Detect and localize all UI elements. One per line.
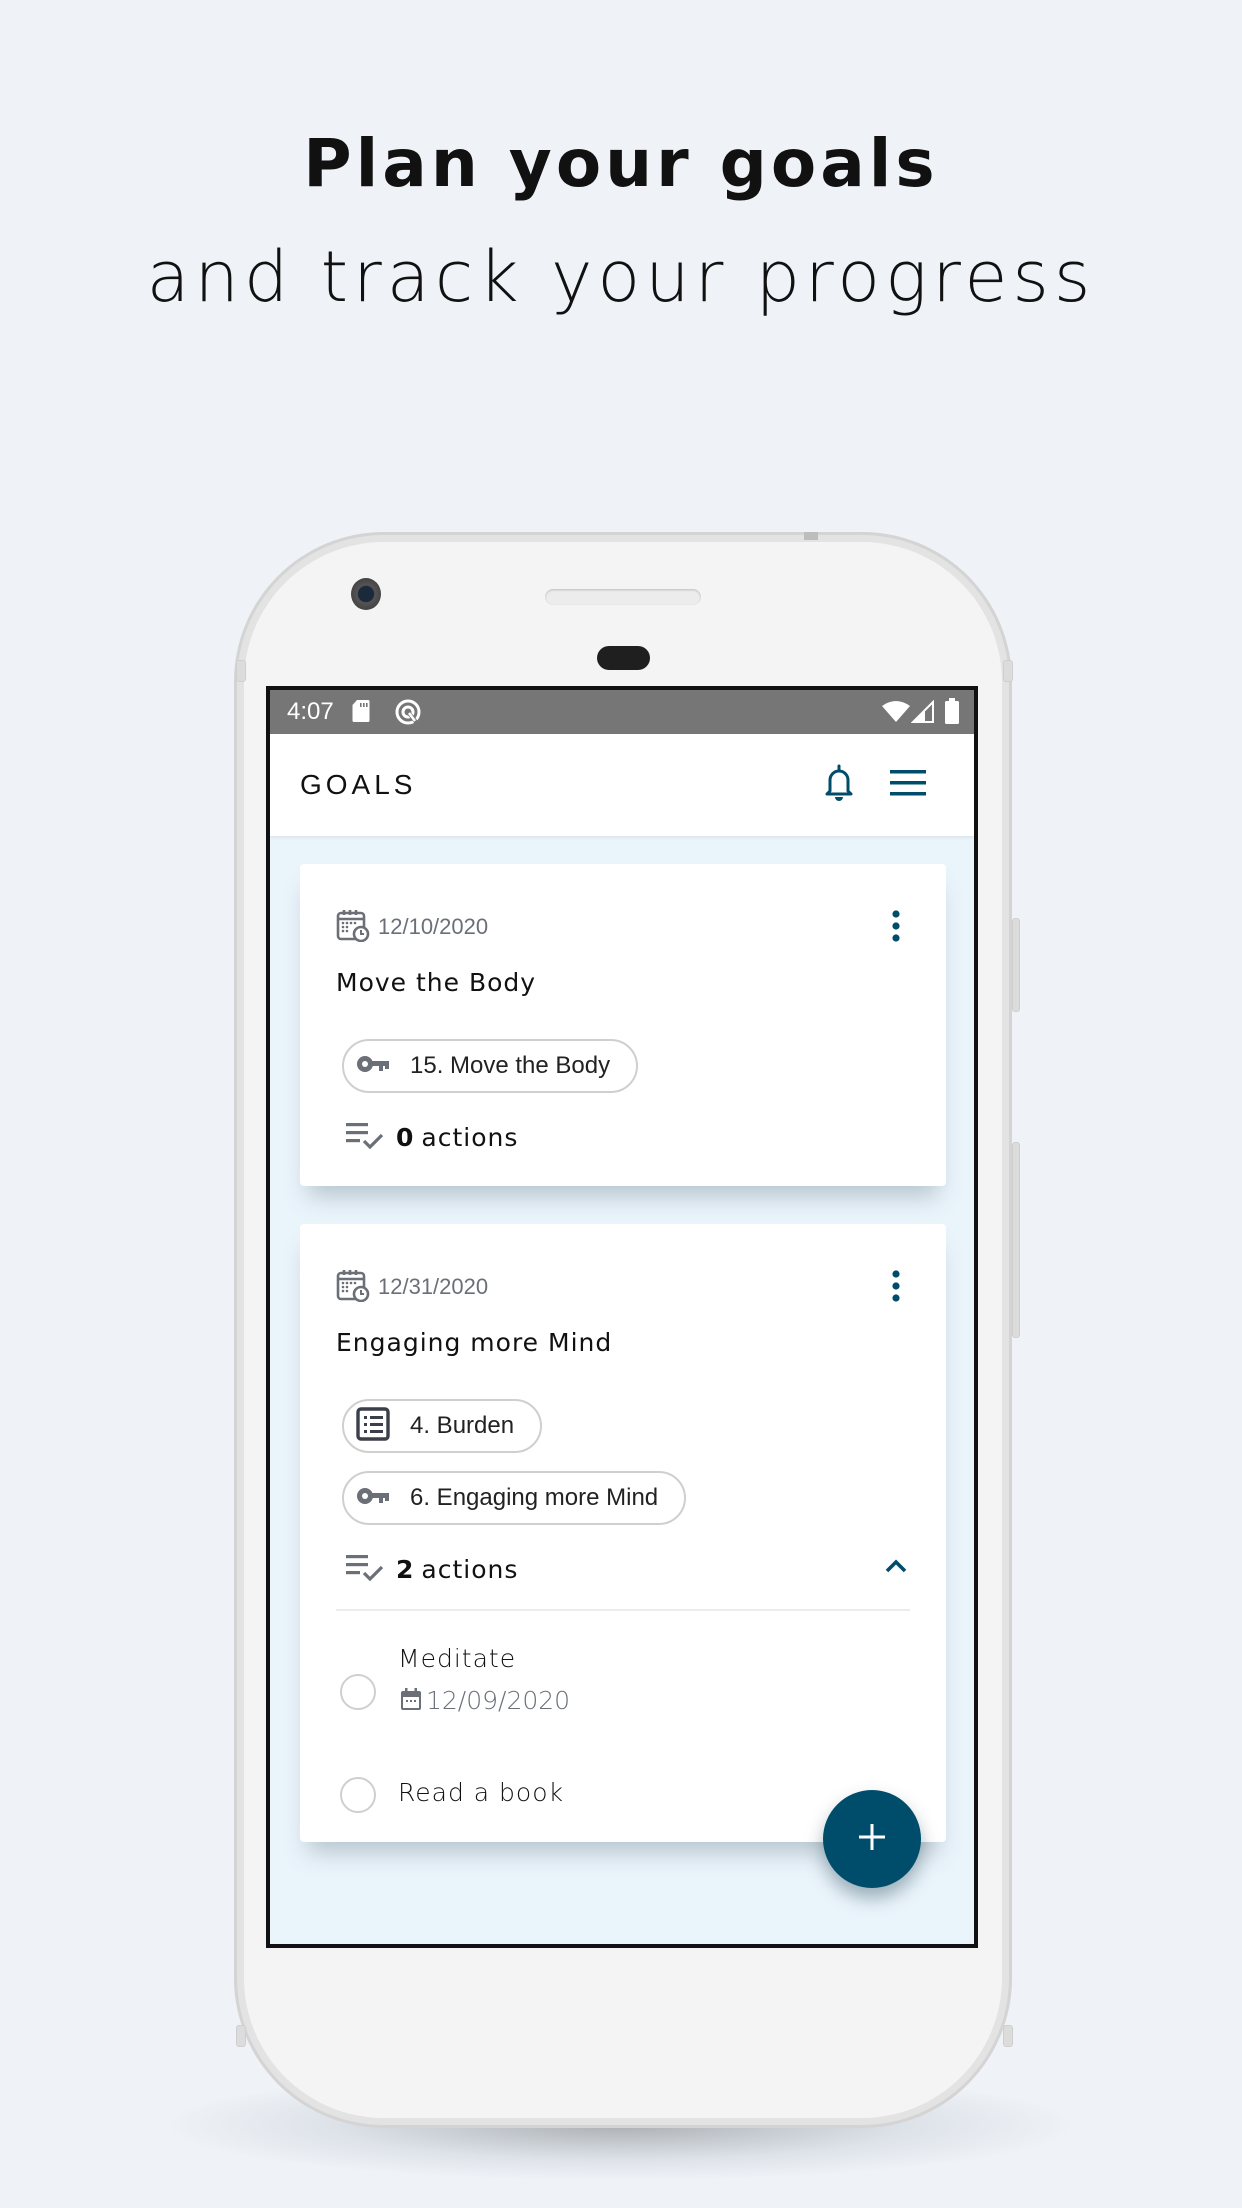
goal-title: Engaging more Mind [336, 1328, 613, 1357]
headline-title: Plan your goals [303, 125, 939, 202]
bell-icon[interactable] [824, 764, 854, 806]
actions-label: actions [421, 1122, 519, 1152]
add-goal-button[interactable] [823, 1790, 921, 1888]
app-notification-icon [394, 698, 422, 730]
action-title: Read a book [398, 1778, 564, 1807]
goal-date-row: 12/31/2020 [336, 1268, 488, 1306]
action-date-row: 12/09/2020 [400, 1686, 570, 1715]
actions-count: 0 [396, 1122, 414, 1152]
action-title: Meditate [398, 1644, 517, 1673]
cellular-signal-icon [910, 699, 935, 728]
phone-side-button-bottom-left [236, 2025, 246, 2047]
battery-icon [945, 698, 959, 728]
front-camera [351, 578, 381, 610]
actions-summary[interactable]: 2 actions [346, 1552, 518, 1586]
plus-icon [858, 1823, 886, 1855]
status-bar: 4:07 [270, 690, 974, 734]
wifi-icon [882, 700, 910, 728]
headline-subtitle: and track your progress [146, 236, 1096, 318]
more-options-icon[interactable] [884, 910, 908, 944]
earpiece-speaker [545, 589, 701, 605]
calendar-clock-icon [336, 908, 370, 946]
page-title: GOALS [300, 769, 417, 800]
hamburger-menu-icon[interactable] [890, 770, 926, 800]
phone-top-button [804, 532, 818, 540]
sd-card-icon [352, 699, 370, 727]
goal-date: 12/10/2020 [378, 914, 489, 939]
goal-title: Move the Body [336, 968, 537, 997]
phone-volume-button [1012, 1142, 1020, 1338]
goal-card[interactable]: 12/31/2020 Engaging more Mind 4. Burden … [300, 1224, 946, 1842]
action-date: 12/09/2020 [426, 1686, 571, 1715]
actions-summary: 0 actions [346, 1120, 518, 1154]
action-checkbox[interactable] [340, 1777, 376, 1813]
phone-power-button [1012, 918, 1020, 1012]
chip-label: 4. Burden [410, 1412, 515, 1439]
goal-card[interactable]: 12/10/2020 Move the Body 15. Move the Bo… [300, 864, 946, 1186]
actions-label: actions [421, 1554, 519, 1584]
list-icon [356, 1407, 390, 1445]
chip-label: 15. Move the Body [410, 1052, 611, 1079]
goal-date: 12/31/2020 [378, 1274, 489, 1299]
actions-divider [336, 1609, 910, 1611]
key-icon [356, 1485, 390, 1511]
status-time: 4:07 [287, 698, 334, 725]
phone-side-button-right-top [1003, 660, 1013, 682]
goal-chip[interactable]: 6. Engaging more Mind [342, 1471, 687, 1525]
proximity-sensor [597, 646, 650, 670]
chip-label: 6. Engaging more Mind [410, 1484, 659, 1511]
calendar-icon [400, 1687, 422, 1715]
phone-screen: 4:07 GOALS 12/10/2020 Move the Body 15. … [266, 686, 978, 1948]
actions-count: 2 [396, 1554, 414, 1584]
goal-chip[interactable]: 15. Move the Body [342, 1039, 639, 1093]
checklist-icon [346, 1552, 384, 1586]
goal-date-row: 12/10/2020 [336, 908, 488, 946]
action-checkbox[interactable] [340, 1674, 376, 1710]
phone-side-button-bottom-right [1003, 2025, 1013, 2047]
calendar-clock-icon [336, 1268, 370, 1306]
checklist-icon [346, 1120, 384, 1154]
phone-side-button-left [236, 660, 246, 682]
goal-chip[interactable]: 4. Burden [342, 1399, 543, 1453]
key-icon [356, 1053, 390, 1079]
chevron-up-icon[interactable] [884, 1558, 908, 1578]
app-bar: GOALS [270, 734, 974, 836]
more-options-icon[interactable] [884, 1270, 908, 1304]
